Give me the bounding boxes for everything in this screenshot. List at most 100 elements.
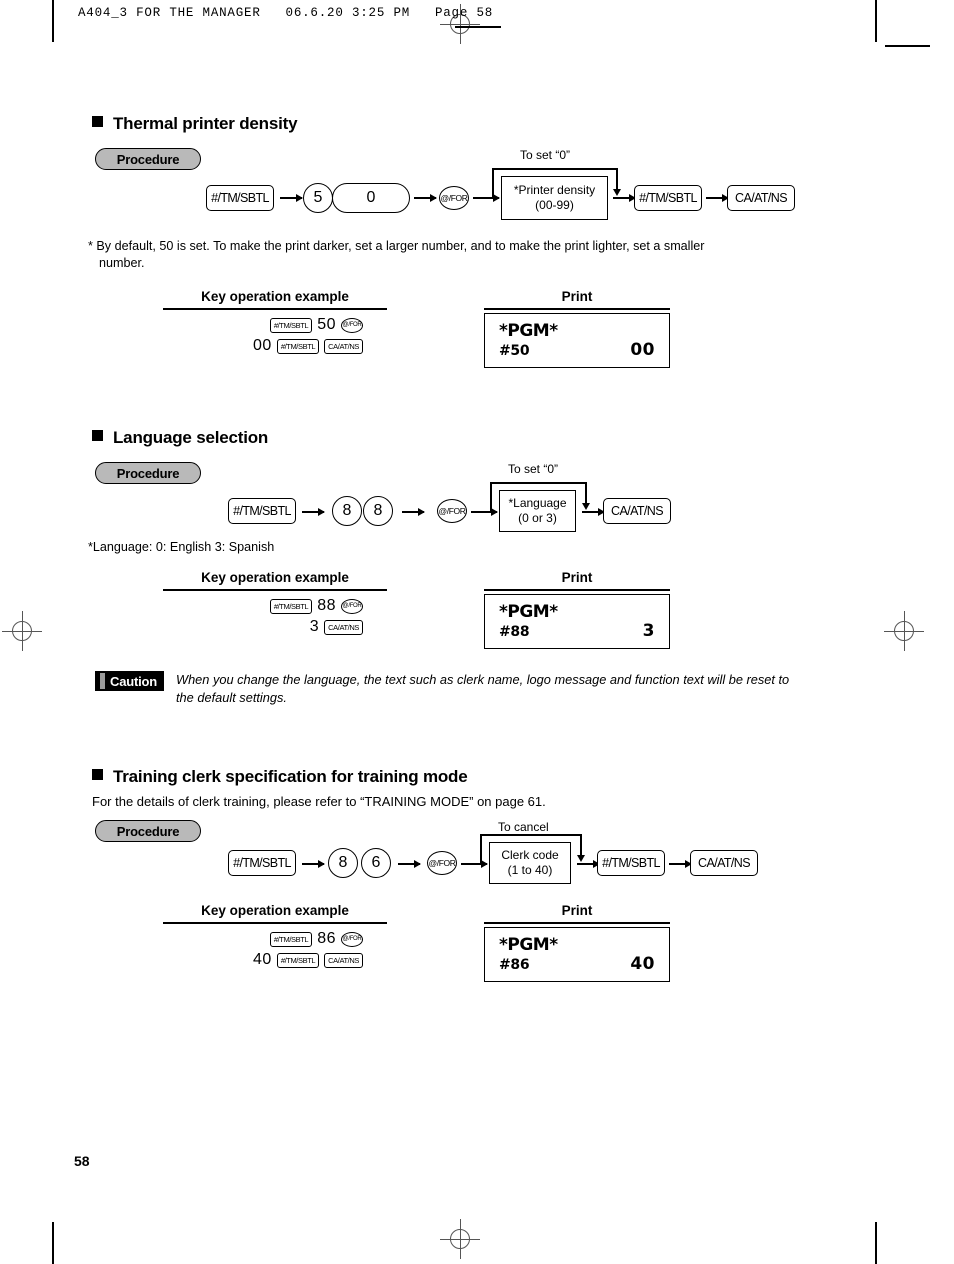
flow3-box-line1: Clerk code xyxy=(501,848,559,862)
flow1-box-line1: *Printer density xyxy=(513,183,596,197)
flow3-bypass-vertical-left xyxy=(480,834,482,863)
example2-key-ca-at-ns: CA/AT/NS xyxy=(324,619,363,635)
flow3-arrow-3 xyxy=(461,860,488,867)
col-rule-key-operation-2 xyxy=(163,589,387,591)
flow1-arrow-4 xyxy=(613,194,636,201)
flow3-digit-6: 6 xyxy=(361,848,391,878)
footnote-line2: number. xyxy=(99,256,145,270)
col-title-key-operation-3: Key operation example xyxy=(201,903,349,918)
example3-key-ca-at-ns: CA/AT/NS xyxy=(324,952,363,968)
key-operation-example-1: #/TM/SBTL 50 @/FOR 00 #/TM/SBTL CA/AT/NS xyxy=(163,316,363,358)
example1-key-ca-at-ns: CA/AT/NS xyxy=(324,338,363,354)
flow2-bypass-arrow-down xyxy=(582,482,589,510)
flow1-box-line2: (00-99) xyxy=(535,198,574,212)
section-heading-language-selection: Language selection xyxy=(92,428,268,448)
flow1-box-printer-density: *Printer density (00-99) xyxy=(501,176,608,220)
col-title-print-1: Print xyxy=(561,289,593,304)
flow2-bypass-vertical-left xyxy=(490,482,492,511)
example1-key-tm-sbtl-1: #/TM/SBTL xyxy=(269,317,313,333)
flow3-key-tm-sbtl-2: #/TM/SBTL xyxy=(597,850,665,876)
footnote-thermal-printer-density: * By default, 50 is set. To make the pri… xyxy=(88,238,848,272)
page-content: Thermal printer density Procedure #/TM/S… xyxy=(0,0,954,1264)
col-rule-key-operation-1 xyxy=(163,308,387,310)
example2-key-at-for: @/FOR xyxy=(341,598,363,614)
print3-title: *PGM* xyxy=(499,935,558,955)
flow1-arrow-2 xyxy=(414,194,437,201)
caution-bar-icon xyxy=(100,673,105,689)
col-rule-key-operation-3 xyxy=(163,922,387,924)
flow2-arrow-3 xyxy=(471,508,498,515)
print-sample-3: *PGM* #86 40 xyxy=(484,927,670,982)
flow3-arrow-5 xyxy=(669,860,692,867)
flow1-key-ca-at-ns: CA/AT/NS xyxy=(727,185,795,211)
col-rule-print-1 xyxy=(484,308,670,310)
example3-key-tm-sbtl-2: #/TM/SBTL xyxy=(276,952,320,968)
flow2-box-line2: (0 or 3) xyxy=(518,511,557,525)
example3-number-40: 40 xyxy=(253,951,272,968)
example1-number-50: 50 xyxy=(317,316,336,333)
procedure-label-3: Procedure xyxy=(116,823,180,839)
flow1-arrow-1 xyxy=(280,194,303,201)
page-number: 58 xyxy=(74,1153,90,1169)
flow2-arrow-2 xyxy=(402,508,425,515)
key-operation-example-2: #/TM/SBTL 88 @/FOR 3 CA/AT/NS xyxy=(163,597,363,639)
print3-row: #86 40 xyxy=(499,955,655,974)
flow1-digit-5: 5 xyxy=(303,183,333,213)
flow3-key-ca-at-ns: CA/AT/NS xyxy=(690,850,758,876)
flow1-key-tm-sbtl-2: #/TM/SBTL xyxy=(634,185,702,211)
flow2-key-ca-at-ns: CA/AT/NS xyxy=(603,498,671,524)
print2-code: #88 xyxy=(499,624,530,640)
example3-key-at-for: @/FOR xyxy=(341,931,363,947)
flow2-key-at-for: @/FOR xyxy=(437,499,467,523)
flow1-arrow-5 xyxy=(706,194,729,201)
key-operation-example-3: #/TM/SBTL 86 @/FOR 40 #/TM/SBTL CA/AT/NS xyxy=(163,930,363,972)
footnote-language-selection: *Language: 0: English 3: Spanish xyxy=(88,539,588,556)
col-title-print-3: Print xyxy=(561,903,593,918)
flow1-bypass-horizontal xyxy=(492,168,617,170)
flow3-key-tm-sbtl-1: #/TM/SBTL xyxy=(228,850,296,876)
print2-value: 3 xyxy=(642,621,655,641)
print1-row: #50 00 xyxy=(499,341,655,360)
flow2-arrow-1 xyxy=(302,508,325,515)
flow1-bypass-label: To set “0” xyxy=(520,148,571,162)
flow3-arrow-1 xyxy=(302,860,325,867)
procedure-label-2: Procedure xyxy=(116,465,180,481)
flow1-bypass-arrow-down xyxy=(613,168,620,196)
flow2-box-language: *Language (0 or 3) xyxy=(499,490,576,532)
print1-value: 00 xyxy=(630,340,655,360)
flow2-bypass-horizontal xyxy=(490,482,586,484)
flow3-box-clerk-code: Clerk code (1 to 40) xyxy=(489,842,571,884)
section-heading-thermal-printer-density: Thermal printer density xyxy=(92,114,298,134)
flow2-bypass-label: To set “0” xyxy=(508,462,559,476)
flow3-arrow-4 xyxy=(577,860,600,867)
flow3-box-line2: (1 to 40) xyxy=(507,863,553,877)
key-example-row: #/TM/SBTL 50 @/FOR xyxy=(163,316,363,334)
caution-block: Caution When you change the language, th… xyxy=(95,671,806,707)
example1-number-00: 00 xyxy=(253,337,272,354)
print-sample-1: *PGM* #50 00 xyxy=(484,313,670,368)
key-example-row: #/TM/SBTL 86 @/FOR xyxy=(163,930,363,948)
flow3-arrow-2 xyxy=(398,860,421,867)
print3-value: 40 xyxy=(630,954,655,974)
procedure-badge-2: Procedure xyxy=(95,462,201,484)
print1-title: *PGM* xyxy=(499,321,558,341)
footnote2-line1: *Language: 0: English 3: Spanish xyxy=(88,540,275,554)
flow3-key-at-for: @/FOR xyxy=(427,851,457,875)
procedure-label-1: Procedure xyxy=(116,151,180,167)
print3-code: #86 xyxy=(499,957,530,973)
key-example-row: 40 #/TM/SBTL CA/AT/NS xyxy=(163,951,363,969)
procedure-badge-3: Procedure xyxy=(95,820,201,842)
example2-number-3: 3 xyxy=(309,618,320,635)
bullet-square-icon xyxy=(92,116,103,127)
flow2-arrow-4 xyxy=(582,508,605,515)
caution-text: When you change the language, the text s… xyxy=(175,672,790,705)
col-rule-print-2 xyxy=(484,589,670,591)
procedure-badge-1: Procedure xyxy=(95,148,201,170)
flow3-bypass-label: To cancel xyxy=(498,820,549,834)
key-example-row: 00 #/TM/SBTL CA/AT/NS xyxy=(163,337,363,355)
caution-badge: Caution xyxy=(95,671,164,691)
example3-key-tm-sbtl-1: #/TM/SBTL xyxy=(269,931,313,947)
example3-number-86: 86 xyxy=(317,930,336,947)
key-example-row: 3 CA/AT/NS xyxy=(163,618,363,636)
flow1-arrow-3 xyxy=(473,194,500,201)
